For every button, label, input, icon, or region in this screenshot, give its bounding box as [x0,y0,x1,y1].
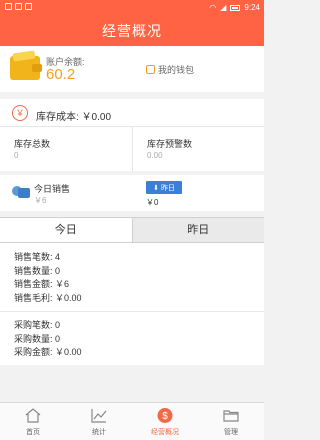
my-wallet-label: 我的钱包 [158,65,195,75]
folder-icon [222,407,240,424]
nav-label: 首页 [26,429,40,436]
nav-label: 经营概况 [151,429,179,436]
down-arrow-icon: ⬇ [153,184,159,192]
list-item: 采购金额: ￥0.00 [14,347,82,357]
yesterday-sales-value: ￥0 [146,198,159,207]
list-item: 采购笔数: 0 [14,320,61,330]
signal-icon: ◢ [220,3,227,12]
tab-today[interactable]: 今日 [0,218,132,242]
account-panel: 账户余额: 60.2 我的钱包 [0,46,264,92]
dollar-icon: $ [156,407,174,424]
status-time: 9:24 [244,3,260,12]
today-sales-label: 今日销售 [34,184,71,194]
stock-total-label: 库存总数 [14,139,51,149]
sales-icon [12,184,30,200]
list-item: 销售金额: ￥6 [14,279,70,289]
divider [0,311,264,312]
tab-yesterday[interactable]: 昨日 [131,218,264,242]
inventory-cost-row: ￥ 库存成本: ￥0.00 [0,99,264,127]
my-wallet-link[interactable]: 我的钱包 [146,63,194,76]
sales-panel: 今日销售 ￥6 ⬇ 昨日 ￥0 [0,175,264,211]
svg-text:$: $ [162,411,168,422]
cost-label: 库存成本: [36,112,79,123]
yen-icon: ￥ [12,105,28,121]
list-item: 采购数量: 0 [14,333,61,344]
today-sales-value: ￥6 [34,196,47,205]
list-item: 销售毛利: ￥0.00 [14,292,82,303]
home-icon [24,407,42,424]
stock-warning-label: 库存预警数 [147,139,193,149]
chart-icon [90,407,108,424]
notification-icon [25,3,32,10]
purse-icon [146,65,155,74]
nav-overview[interactable]: $ 经营概况 [132,403,198,440]
list-item: 销售数量: 0 [14,265,61,276]
nav-home[interactable]: 首页 [0,403,66,440]
list-item: 销售笔数: 4 [14,252,61,262]
status-bar: ◠ ◢ 9:24 [0,0,264,16]
purchase-stats: 采购笔数: 0 采购数量: 0 采购金额: ￥0.00 [14,319,82,360]
yesterday-badge: ⬇ 昨日 [146,181,182,194]
stock-panel: 库存总数 0 库存预警数 0.00 [0,127,264,171]
wifi-icon: ◠ [209,3,217,12]
stats-panel: 销售笔数: 4 销售数量: 0 销售金额: ￥6 销售毛利: ￥0.00 采购笔… [0,243,264,365]
notification-icon [15,3,22,10]
stock-total-cell[interactable]: 库存总数 0 [0,127,132,171]
sales-stats: 销售笔数: 4 销售数量: 0 销售金额: ￥6 销售毛利: ￥0.00 [14,251,82,305]
page-title: 经营概况 [0,16,264,46]
wallet-icon [10,56,42,80]
nav-label: 统计 [92,429,106,436]
bottom-nav: 首页 统计 $ 经营概况 管理 [0,402,264,440]
nav-label: 管理 [224,429,238,436]
nav-manage[interactable]: 管理 [198,403,264,440]
stock-warning-cell[interactable]: 库存预警数 0.00 [132,127,264,171]
stock-warning-value: 0.00 [147,151,163,160]
balance-value: 60.2 [46,66,76,83]
battery-icon [230,4,241,11]
nav-stats[interactable]: 统计 [66,403,132,440]
stock-total-value: 0 [14,151,19,160]
yesterday-badge-label: 昨日 [160,184,175,192]
notification-icon [5,3,12,10]
cost-value: ￥0.00 [81,112,112,123]
day-tabs: 今日 昨日 [0,217,264,243]
